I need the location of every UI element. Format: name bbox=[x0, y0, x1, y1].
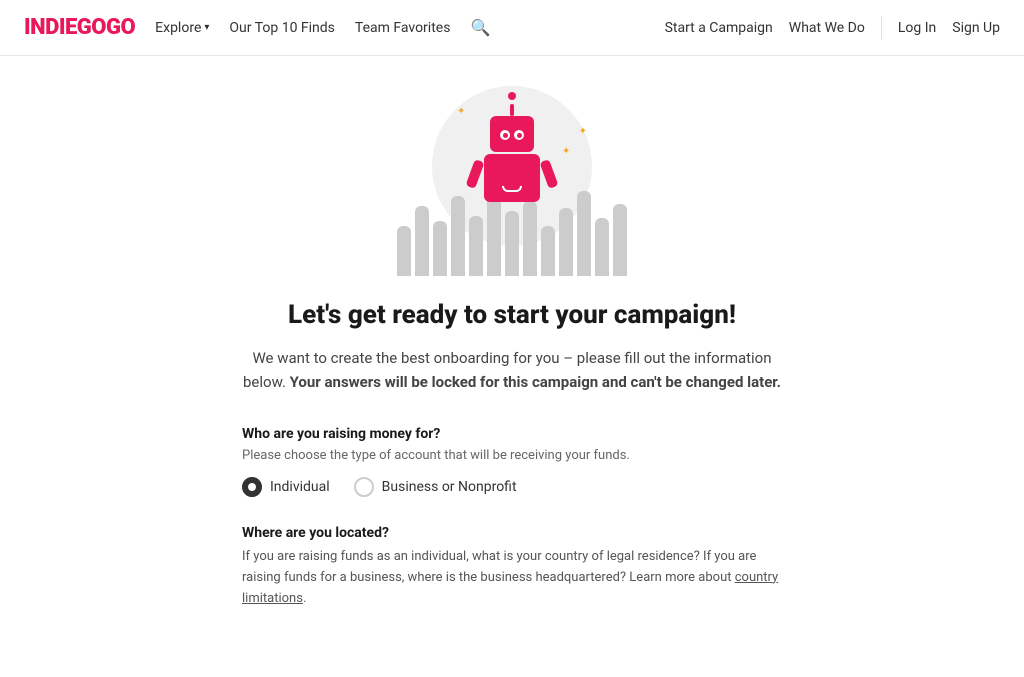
nav-team-favorites[interactable]: Team Favorites bbox=[355, 20, 451, 36]
nav-explore[interactable]: Explore ▾ bbox=[155, 20, 209, 36]
hand bbox=[559, 208, 573, 276]
robot-right-eye bbox=[514, 130, 524, 140]
hand bbox=[451, 196, 465, 276]
hand bbox=[577, 191, 591, 276]
robot-antenna bbox=[510, 104, 514, 116]
robot-mouth bbox=[502, 186, 522, 192]
robot-head bbox=[490, 116, 534, 152]
login-button[interactable]: Log In bbox=[898, 20, 936, 36]
hero-section: Let's get ready to start your campaign! … bbox=[152, 300, 872, 394]
chevron-down-icon: ▾ bbox=[204, 22, 209, 33]
robot-left-eye bbox=[500, 130, 510, 140]
star-icon-2: ✦ bbox=[579, 126, 587, 137]
question2-label: Where are you located? bbox=[242, 525, 782, 541]
robot-body bbox=[484, 154, 540, 202]
question2-hint: If you are raising funds as an individua… bbox=[242, 547, 782, 609]
radio-business[interactable]: Business or Nonprofit bbox=[354, 477, 517, 497]
question1-label: Who are you raising money for? bbox=[242, 426, 782, 442]
radio-individual[interactable]: Individual bbox=[242, 477, 330, 497]
hand bbox=[595, 218, 609, 276]
question1-hint: Please choose the type of account that w… bbox=[242, 448, 782, 463]
hand bbox=[397, 226, 411, 276]
hand bbox=[433, 221, 447, 276]
hand bbox=[505, 211, 519, 276]
radio-business-indicator bbox=[354, 477, 374, 497]
navbar: INDIEGOGO Explore ▾ Our Top 10 Finds Tea… bbox=[0, 0, 1024, 56]
nav-what-we-do[interactable]: What We Do bbox=[789, 20, 865, 36]
illustration-area: ✦ ✦ ✦ bbox=[152, 76, 872, 276]
hand bbox=[541, 226, 555, 276]
navbar-left: INDIEGOGO Explore ▾ Our Top 10 Finds Tea… bbox=[24, 15, 490, 40]
signup-button[interactable]: Sign Up bbox=[952, 20, 1000, 36]
navbar-right: Start a Campaign What We Do Log In Sign … bbox=[665, 16, 1000, 40]
logo[interactable]: INDIEGOGO bbox=[24, 15, 135, 40]
main-content: ✦ ✦ ✦ bbox=[132, 56, 892, 677]
hand bbox=[613, 204, 627, 276]
nav-divider bbox=[881, 16, 882, 40]
star-icon-3: ✦ bbox=[562, 146, 570, 157]
nav-start-campaign[interactable]: Start a Campaign bbox=[665, 20, 773, 36]
robot-mascot bbox=[484, 96, 540, 206]
form-section: Who are you raising money for? Please ch… bbox=[242, 426, 782, 609]
radio-group: Individual Business or Nonprofit bbox=[242, 477, 782, 497]
question-block-1: Who are you raising money for? Please ch… bbox=[242, 426, 782, 497]
nav-top10[interactable]: Our Top 10 Finds bbox=[229, 20, 335, 36]
radio-individual-indicator bbox=[242, 477, 262, 497]
hand bbox=[523, 201, 537, 276]
question-block-2: Where are you located? If you are raisin… bbox=[242, 525, 782, 609]
hero-subtitle: We want to create the best onboarding fo… bbox=[242, 346, 782, 394]
search-icon[interactable]: 🔍 bbox=[470, 18, 490, 37]
hand bbox=[415, 206, 429, 276]
hand bbox=[469, 216, 483, 276]
hero-title: Let's get ready to start your campaign! bbox=[152, 300, 872, 330]
star-icon-1: ✦ bbox=[457, 106, 465, 117]
radio-individual-inner bbox=[248, 483, 256, 491]
robot-antenna-ball bbox=[508, 92, 516, 100]
